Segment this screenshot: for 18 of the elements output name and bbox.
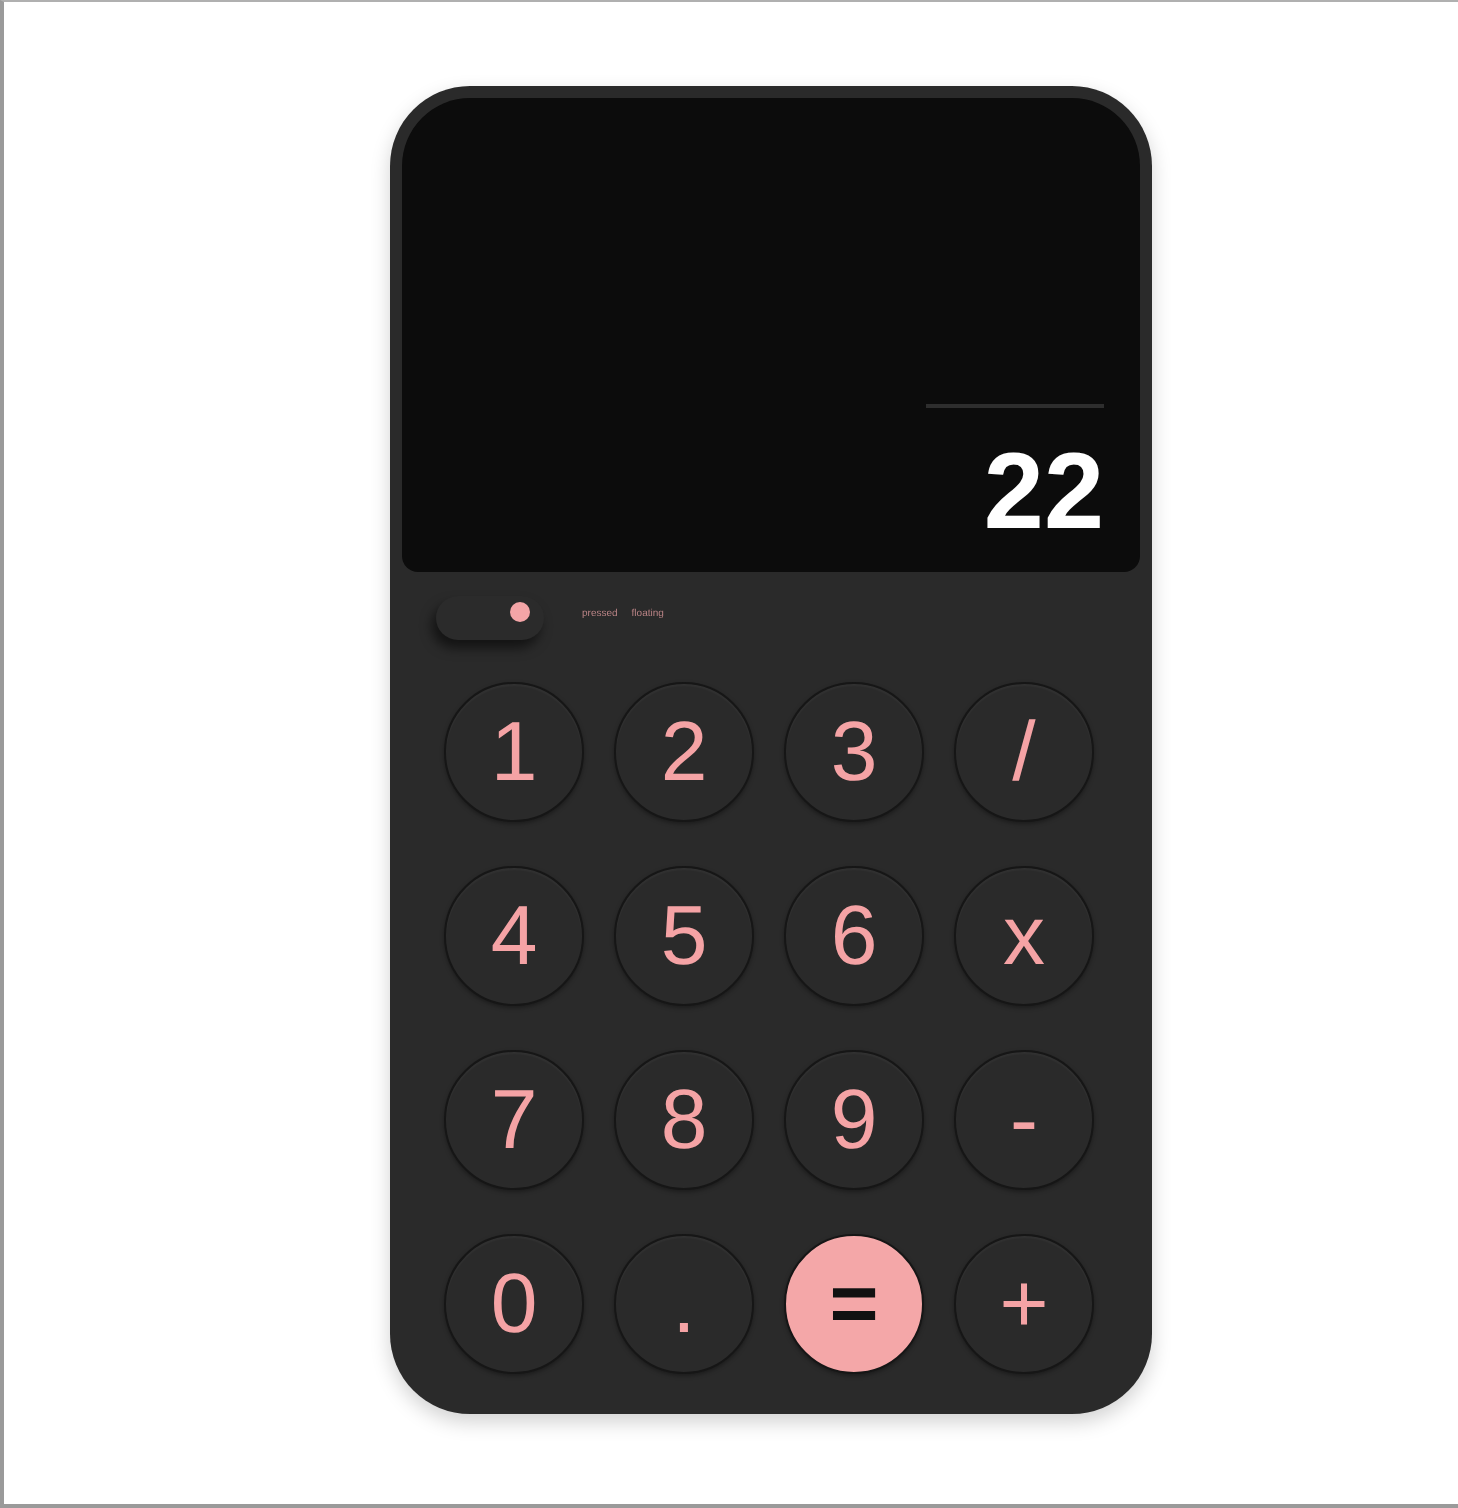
calculator-key[interactable]: 5 xyxy=(614,866,754,1006)
calculator-key[interactable]: 9 xyxy=(784,1050,924,1190)
calculator-key[interactable]: x xyxy=(954,866,1094,1006)
calculator-key[interactable]: / xyxy=(954,682,1094,822)
display-value: 22 xyxy=(983,440,1104,544)
calculator-key[interactable]: 2 xyxy=(614,682,754,822)
toggle-knob-icon xyxy=(510,602,530,622)
calculator-key[interactable]: 0 xyxy=(444,1234,584,1374)
calculator-key[interactable]: . xyxy=(614,1234,754,1374)
calculator-key[interactable]: 4 xyxy=(444,866,584,1006)
calculator-key[interactable]: 7 xyxy=(444,1050,584,1190)
equals-key[interactable]: = xyxy=(784,1234,924,1374)
calculator-key[interactable]: 8 xyxy=(614,1050,754,1190)
calculator-key[interactable]: - xyxy=(954,1050,1094,1190)
calculator-key[interactable]: + xyxy=(954,1234,1094,1374)
calculator-key[interactable]: 3 xyxy=(784,682,924,822)
calculator-key[interactable]: 6 xyxy=(784,866,924,1006)
calculator-key[interactable]: 1 xyxy=(444,682,584,822)
